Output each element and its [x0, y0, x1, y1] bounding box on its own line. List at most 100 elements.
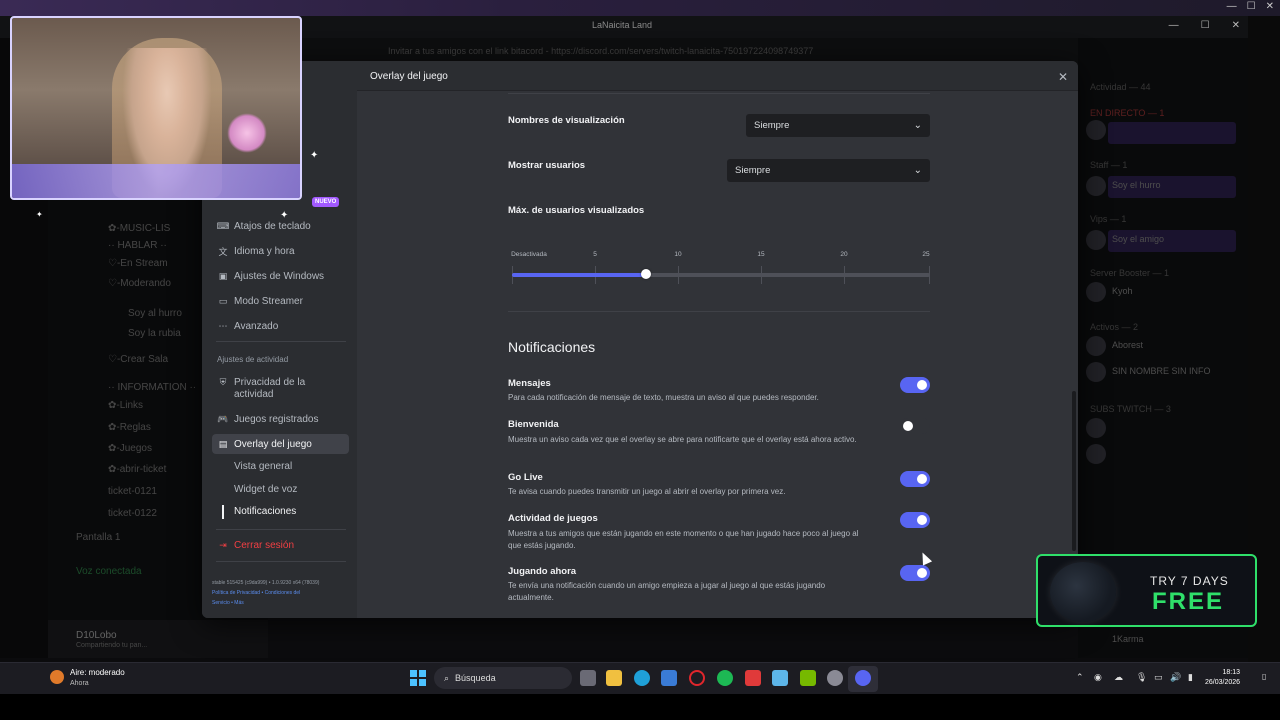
channel-category[interactable]: ·· INFORMATION ··: [108, 382, 196, 393]
content-scrollbar[interactable]: [1072, 391, 1076, 551]
chevron-up-icon[interactable]: ⌃: [1076, 672, 1084, 683]
voice-status: Voz conectada: [76, 566, 142, 577]
max-users-slider[interactable]: [512, 269, 930, 279]
member-name[interactable]: Soy el hurro: [1112, 180, 1161, 190]
search-icon: ⌕: [444, 672, 450, 683]
member-name[interactable]: Kyoh: [1112, 286, 1133, 296]
sidebar-item-advanced[interactable]: ⋯ Avanzado: [212, 316, 349, 336]
display-names-label: Nombres de visualización: [508, 115, 625, 126]
channel-item[interactable]: ✿-Juegos: [108, 443, 152, 454]
member-name[interactable]: 1Karma: [1112, 634, 1144, 644]
opera-icon[interactable]: [689, 670, 705, 686]
edge-icon[interactable]: [634, 670, 650, 686]
avatar[interactable]: [1086, 230, 1106, 250]
avatar[interactable]: [1086, 282, 1106, 302]
voice-user[interactable]: Soy al hurro: [128, 308, 182, 319]
tray-icon[interactable]: ☁: [1114, 672, 1123, 683]
show-users-select[interactable]: Siempre ⌄: [727, 159, 930, 182]
weather-sublabel: Ahora: [70, 680, 89, 687]
notif-playing-now-toggle[interactable]: [900, 565, 930, 581]
channel-item[interactable]: ♡-En Stream: [108, 258, 168, 269]
minimize-icon[interactable]: —: [1227, 1, 1237, 12]
channel-item[interactable]: ♡-Moderando: [108, 278, 171, 289]
app-icon[interactable]: [772, 670, 788, 686]
start-button[interactable]: [410, 670, 426, 686]
toggle-knob: [917, 474, 927, 484]
sidebar-item-windows[interactable]: ▣ Ajustes de Windows: [212, 266, 349, 286]
member-name[interactable]: SIN NOMBRE SIN INFO: [1112, 366, 1211, 376]
display-names-select[interactable]: Siempre ⌄: [746, 114, 930, 137]
close-icon[interactable]: ✕: [1232, 20, 1240, 31]
channel-item[interactable]: ✿-Reglas: [108, 422, 151, 433]
notif-welcome-toggle[interactable]: [900, 418, 930, 434]
channel-item[interactable]: ✿-abrir-ticket: [108, 464, 166, 475]
channel-item[interactable]: ✿-Links: [108, 400, 143, 411]
channel-item[interactable]: ticket-0122: [108, 508, 157, 519]
avatar[interactable]: [1086, 176, 1106, 196]
notif-golive-toggle[interactable]: [900, 471, 930, 487]
volume-icon[interactable]: 🔊: [1170, 672, 1181, 683]
notifications-icon[interactable]: ▯: [1262, 672, 1266, 681]
notif-messages-toggle[interactable]: [900, 377, 930, 393]
legal-links[interactable]: Servicio • Más: [212, 600, 244, 606]
sidebar-item-activity-privacy[interactable]: ⛨ Privacidad de la actividad: [212, 374, 349, 404]
close-icon[interactable]: ✕: [1266, 1, 1274, 12]
nvidia-icon[interactable]: [800, 670, 816, 686]
weather-icon[interactable]: [50, 670, 64, 684]
microphone-icon[interactable]: 🎙: [1136, 672, 1147, 683]
sidebar-subitem-notifications[interactable]: Notificaciones: [234, 506, 296, 517]
system-clock[interactable]: 18:13 26/03/2026: [1205, 668, 1240, 688]
avatar[interactable]: [1086, 418, 1106, 438]
legal-links[interactable]: Política de Privacidad • Condiciones del: [212, 590, 300, 596]
avatar[interactable]: [1086, 336, 1106, 356]
member-name[interactable]: Soy el amigo: [1112, 234, 1164, 244]
sidebar-item-language[interactable]: 文 Idioma y hora: [212, 241, 349, 261]
toggle-knob: [917, 380, 927, 390]
taskbar-search[interactable]: ⌕ Búsqueda: [434, 667, 572, 689]
task-view-icon[interactable]: [580, 670, 596, 686]
weather-label[interactable]: Aire: moderado: [70, 668, 125, 677]
os-window-controls: — ☐ ✕: [1227, 1, 1274, 12]
sidebar-item-label: Atajos de teclado: [234, 220, 311, 232]
maximize-icon[interactable]: ☐: [1201, 20, 1210, 31]
sidebar-item-registered-games[interactable]: 🎮 Juegos registrados: [212, 409, 349, 429]
avatar[interactable]: [1086, 120, 1106, 140]
letterbox-bar: [0, 694, 1280, 720]
sidebar-item-streamer[interactable]: ▭ Modo Streamer: [212, 291, 349, 311]
sidebar-item-game-overlay[interactable]: ▤ Overlay del juego: [212, 434, 349, 454]
channel-item[interactable]: ticket-0121: [108, 486, 157, 497]
file-explorer-icon[interactable]: [606, 670, 622, 686]
user-name[interactable]: D10Lobo: [76, 630, 117, 641]
voice-user[interactable]: Soy la rubia: [128, 328, 181, 339]
promo-banner[interactable]: TRY 7 DAYS FREE: [1036, 554, 1257, 627]
app-icon[interactable]: [745, 670, 761, 686]
notif-game-activity-toggle[interactable]: [900, 512, 930, 528]
avatar[interactable]: [1086, 444, 1106, 464]
channel-category[interactable]: ·· HABLAR ··: [108, 240, 167, 251]
spotify-icon[interactable]: [717, 670, 733, 686]
sidebar-item-label: Modo Streamer: [234, 295, 303, 307]
discord-icon[interactable]: [855, 670, 871, 686]
tray-icon[interactable]: ◉: [1094, 672, 1102, 683]
member-name[interactable]: Aborest: [1112, 340, 1143, 350]
member-category: EN DIRECTO — 1: [1090, 108, 1165, 118]
slider-handle[interactable]: [640, 269, 651, 279]
channel-item[interactable]: ♡-Crear Sala: [108, 354, 168, 365]
sidebar-divider: [216, 529, 346, 530]
maximize-icon[interactable]: ☐: [1247, 1, 1256, 12]
avatar[interactable]: [1086, 362, 1106, 382]
channel-item[interactable]: ✿-MUSIC-LIS: [108, 223, 170, 234]
network-icon[interactable]: ▭: [1154, 672, 1163, 683]
sparkle-icon: ✦: [310, 150, 319, 161]
sidebar-subitem-overview[interactable]: Vista general: [234, 461, 292, 472]
settings-gear-icon[interactable]: [827, 670, 843, 686]
toggle-knob: [917, 515, 927, 525]
minimize-icon[interactable]: —: [1169, 20, 1179, 31]
battery-icon[interactable]: ▮: [1188, 672, 1193, 683]
notifications-heading: Notificaciones: [508, 339, 596, 355]
logout-button[interactable]: ⇥ Cerrar sesión: [212, 535, 349, 555]
sidebar-subitem-voice-widget[interactable]: Widget de voz: [234, 484, 297, 495]
logout-icon: ⇥: [219, 539, 227, 550]
close-icon[interactable]: ✕: [1058, 70, 1068, 84]
store-icon[interactable]: [661, 670, 677, 686]
